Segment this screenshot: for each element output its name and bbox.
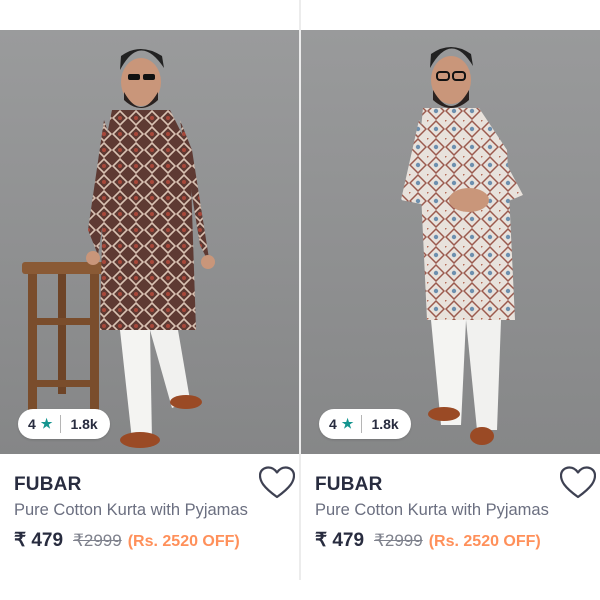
rating-count: 1.8k	[70, 416, 98, 432]
price-row: ₹ 479 ₹2999 (Rs. 2520 OFF)	[14, 529, 240, 552]
discount-label: (Rs. 2520 OFF)	[428, 533, 541, 550]
rating-value: 4	[329, 416, 337, 432]
selling-price: ₹ 479	[14, 530, 64, 551]
rating-divider	[361, 415, 363, 433]
product-card[interactable]: 4 ★ 1.8k FUBAR Pure Cotton Kurta with Py…	[0, 0, 299, 600]
rating-badge: 4 ★ 1.8k	[319, 409, 411, 439]
product-brand: FUBAR	[315, 474, 383, 495]
star-icon: ★	[40, 416, 53, 431]
product-grid: 4 ★ 1.8k FUBAR Pure Cotton Kurta with Py…	[0, 0, 600, 600]
original-price: ₹2999	[73, 531, 122, 550]
original-price: ₹2999	[374, 531, 423, 550]
discount-label: (Rs. 2520 OFF)	[127, 533, 240, 550]
model-photo-illustration	[301, 30, 600, 454]
star-icon: ★	[341, 416, 354, 431]
rating-count: 1.8k	[371, 416, 399, 432]
product-title[interactable]: Pure Cotton Kurta with Pyjamas	[14, 501, 248, 520]
price-row: ₹ 479 ₹2999 (Rs. 2520 OFF)	[315, 529, 541, 552]
product-brand: FUBAR	[14, 474, 82, 495]
selling-price: ₹ 479	[315, 530, 365, 551]
product-title[interactable]: Pure Cotton Kurta with Pyjamas	[315, 501, 549, 520]
heart-outline-icon[interactable]	[258, 466, 296, 500]
product-image[interactable]: 4 ★ 1.8k	[301, 30, 600, 454]
heart-outline-icon[interactable]	[559, 466, 597, 500]
rating-divider	[60, 415, 62, 433]
product-card[interactable]: 4 ★ 1.8k FUBAR Pure Cotton Kurta with Py…	[301, 0, 600, 600]
rating-badge: 4 ★ 1.8k	[18, 409, 110, 439]
product-image[interactable]: 4 ★ 1.8k	[0, 30, 299, 454]
rating-value: 4	[28, 416, 36, 432]
model-photo-illustration	[0, 30, 299, 454]
